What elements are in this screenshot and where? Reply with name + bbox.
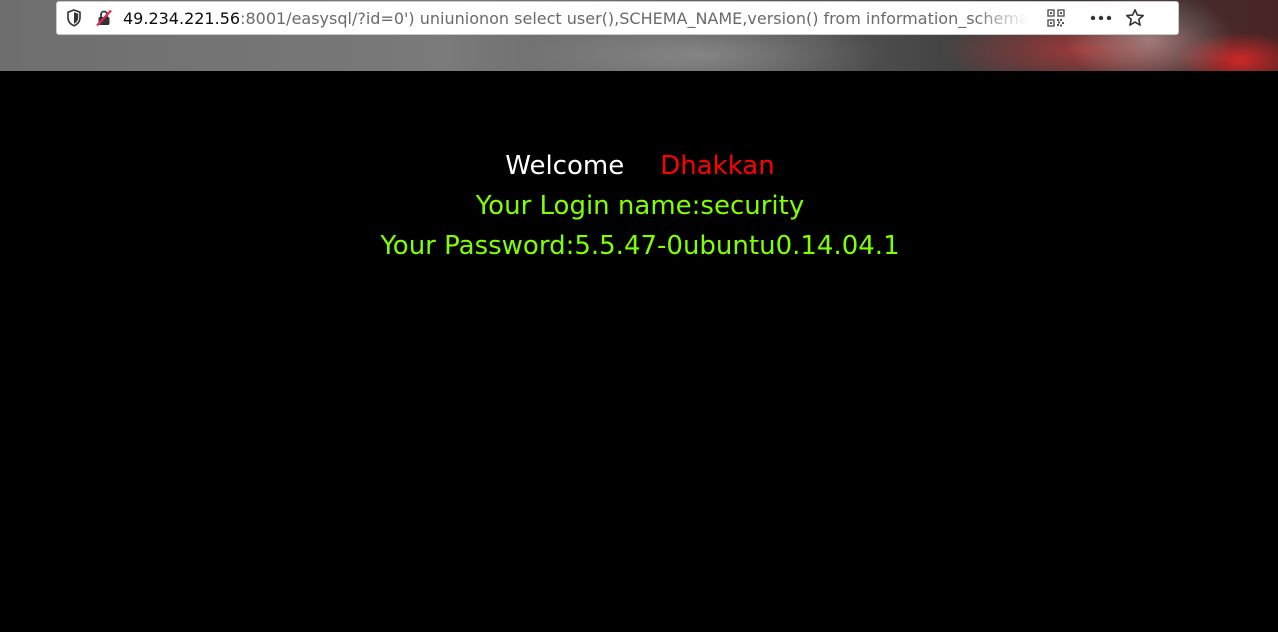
more-dots-icon[interactable] — [1090, 8, 1112, 28]
qr-code-icon[interactable] — [1046, 8, 1066, 28]
url-text[interactable]: 49.234.221.56:8001/easysql/?id=0') uniun… — [123, 9, 1028, 28]
password-line: Your Password:5.5.47-0ubuntu0.14.04.1 — [0, 226, 1278, 266]
url-path: :8001/easysql/?id=0') uniunionon select … — [240, 8, 1028, 28]
bookmark-star-icon[interactable] — [1124, 7, 1146, 29]
welcome-label: Welcome — [505, 151, 625, 181]
shield-icon[interactable] — [64, 8, 84, 28]
password-text: Your Password:5.5.47-0ubuntu0.14.04.1 — [380, 231, 900, 261]
login-name-line: Your Login name:security — [0, 186, 1278, 226]
welcome-line: Welcome Dhakkan — [0, 146, 1278, 186]
insecure-lock-icon[interactable] — [94, 8, 114, 28]
address-bar[interactable]: 49.234.221.56:8001/easysql/?id=0') uniun… — [56, 1, 1179, 35]
url-host: 49.234.221.56 — [123, 8, 241, 28]
login-name-text: Your Login name:security — [475, 191, 805, 221]
page-content: Welcome Dhakkan Your Login name:security … — [0, 71, 1278, 632]
welcome-name: Dhakkan — [660, 151, 775, 181]
